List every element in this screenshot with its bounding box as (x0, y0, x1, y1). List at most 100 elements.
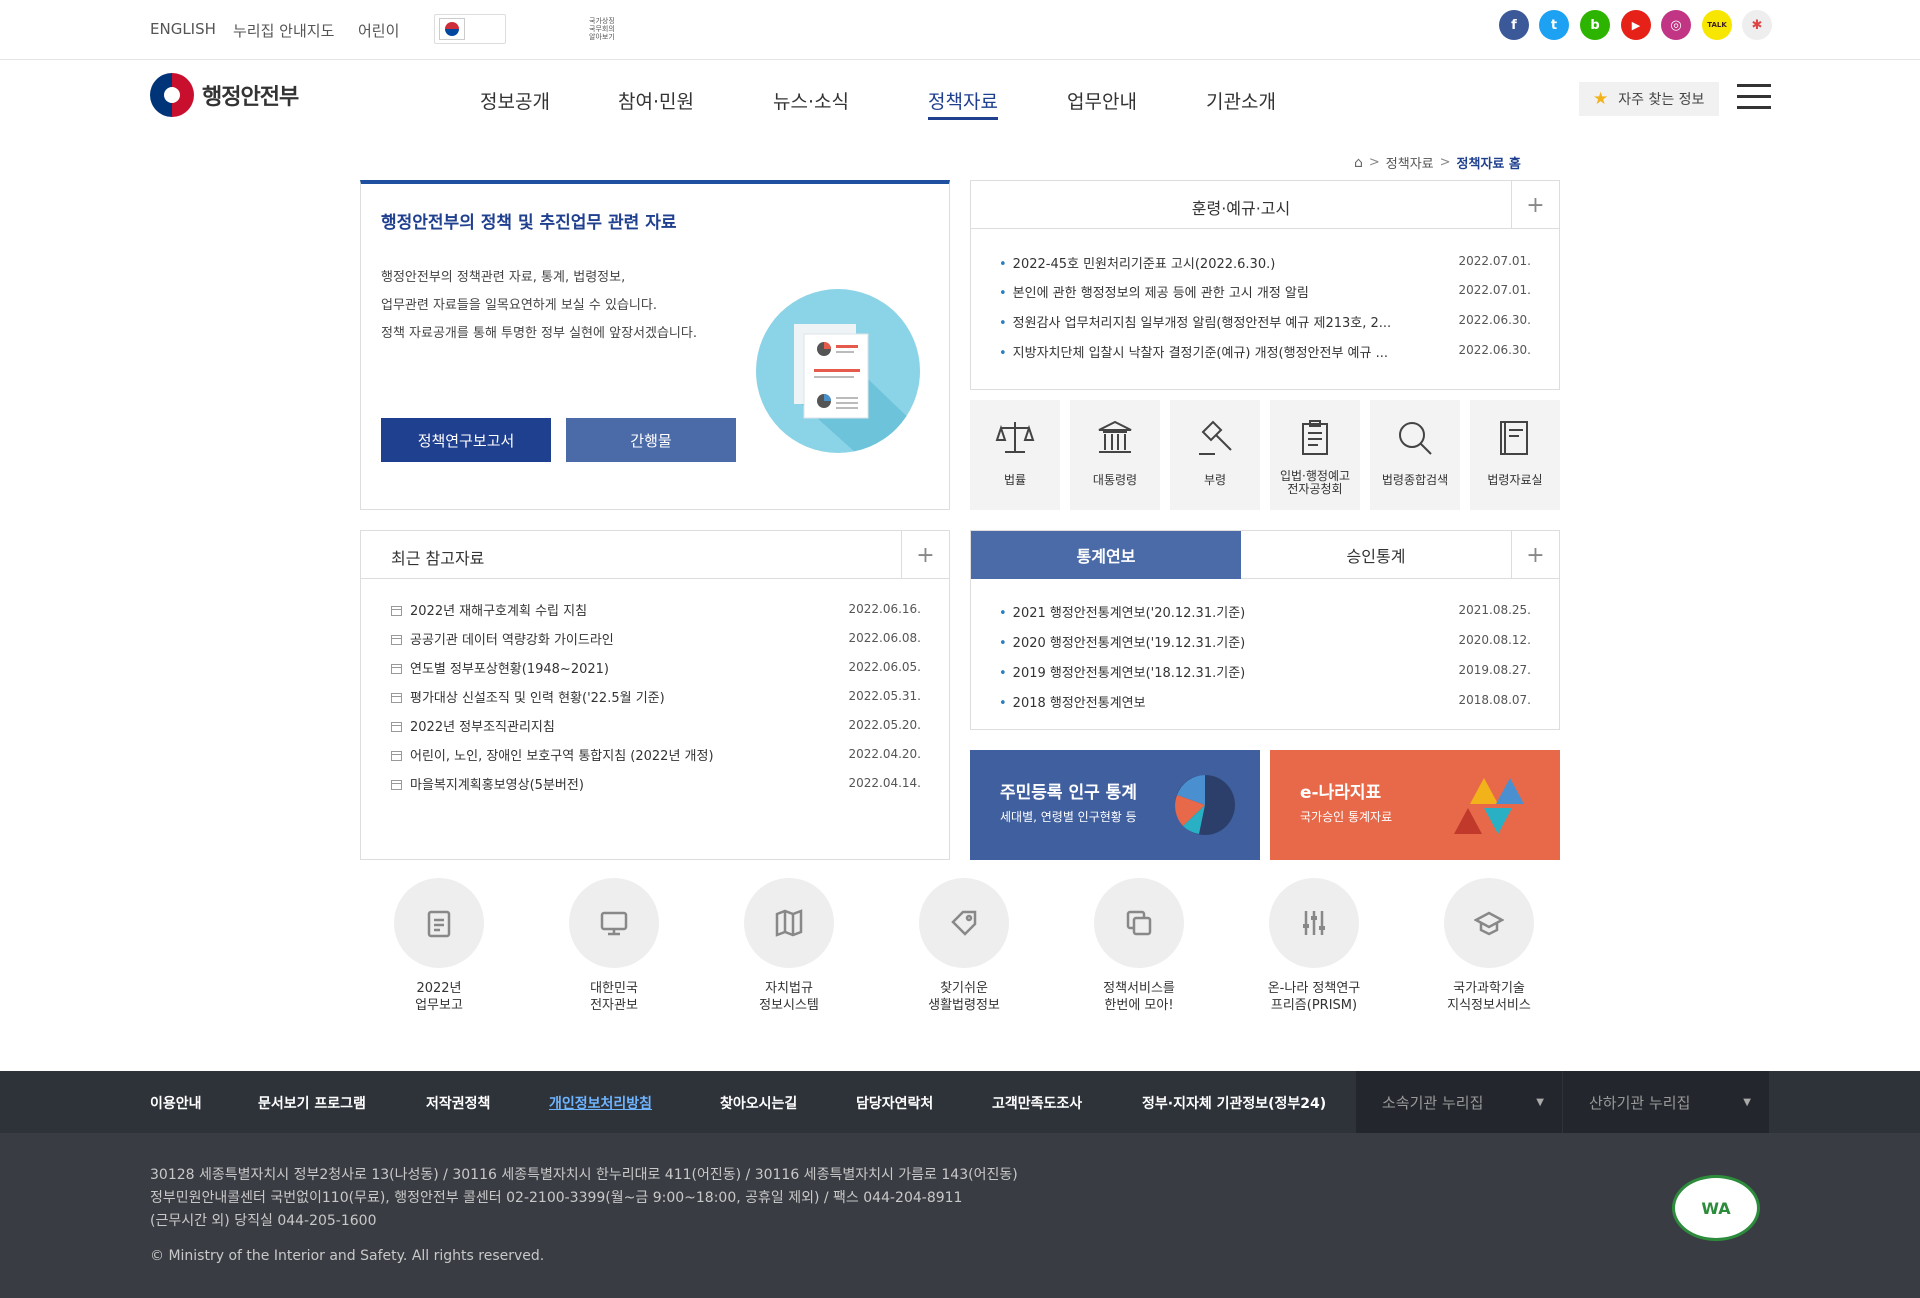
law-tile-library[interactable]: 법령자료실 (1470, 400, 1560, 510)
sitemap-link[interactable]: 누리집 안내지도 (233, 20, 334, 41)
law-tile-ministerial[interactable]: 부령 (1170, 400, 1260, 510)
nav-participation[interactable]: 참여·민원 (618, 87, 694, 114)
quick-label: 정보시스템 (759, 998, 819, 1013)
e-nara-banner[interactable]: e-나라지표 국가승인 통계자료 (1270, 750, 1560, 860)
list-item[interactable]: • 본인에 관한 행정정보의 제공 등에 관한 고시 개정 알림 (999, 282, 1309, 301)
list-item[interactable]: 2022년 정부조직관리지침 (391, 716, 555, 735)
footer-link-privacy[interactable]: 개인정보처리방침 (549, 1093, 652, 1113)
law-tile-acts[interactable]: 법률 (970, 400, 1060, 510)
footer-contact: 정부민원안내콜센터 국번없이110(무료), 행정안전부 콜센터 02-2100… (150, 1190, 963, 1206)
subsidiary-sites-select[interactable]: 산하기관 누리집 ▼ (1563, 1071, 1769, 1133)
list-item[interactable]: • 2019 행정안전통계연보('18.12.31.기준) (999, 662, 1245, 681)
banner-subtitle: 세대별, 연령별 인구현황 등 (1000, 810, 1137, 824)
home-icon[interactable]: ⌂ (1354, 155, 1363, 171)
quick-link-policy-service[interactable]: 정책서비스를 한번에 모아! (1064, 878, 1214, 1014)
affiliated-sites-select[interactable]: 소속기관 누리집 ▼ (1356, 1071, 1562, 1133)
quick-link-science-knowledge[interactable]: 국가과학기술 지식정보서비스 (1414, 878, 1564, 1014)
clipboard-icon (1302, 420, 1328, 455)
video-doc-icon (391, 751, 402, 761)
list-item[interactable]: 평가대상 신설조직 및 인력 현황('22.5월 기준) (391, 687, 665, 706)
footer-link-copyright[interactable]: 저작권정책 (426, 1093, 490, 1113)
pie-chart-icon (1175, 775, 1235, 835)
list-item[interactable]: • 2020 행정안전통계연보('19.12.31.기준) (999, 632, 1245, 651)
footer-link-survey[interactable]: 고객만족도조사 (992, 1093, 1082, 1113)
notices-more-button[interactable]: + (1511, 181, 1559, 229)
scale-icon (995, 422, 1035, 453)
instagram-icon[interactable]: ◎ (1661, 10, 1691, 40)
tile-label: 법령자료실 (1487, 473, 1543, 487)
banner-title: e-나라지표 (1300, 783, 1382, 803)
youtube-icon[interactable]: ▶ (1621, 10, 1651, 40)
list-item[interactable]: 마을복지계획홍보영상(5분버전) (391, 774, 584, 793)
publications-button[interactable]: 간행물 (566, 418, 736, 462)
monitor-icon (600, 911, 628, 936)
footer-link-directions[interactable]: 찾아오시는길 (720, 1093, 797, 1113)
research-report-button[interactable]: 정책연구보고서 (381, 418, 551, 462)
nav-info-disclosure[interactable]: 정보공개 (480, 87, 550, 114)
list-item[interactable]: 연도별 정부포상현황(1948~2021) (391, 658, 609, 677)
notices-header: 훈령·예규·고시 + (971, 181, 1559, 229)
list-item[interactable]: • 정원감사 업무처리지침 일부개정 알림(행정안전부 예규 제213호, 2..… (999, 312, 1391, 331)
list-item-date: 2022.04.14. (848, 776, 921, 790)
nav-news[interactable]: 뉴스·소식 (773, 87, 849, 114)
footer-link-usage[interactable]: 이용안내 (150, 1093, 202, 1113)
graduation-icon (1474, 911, 1504, 936)
favorites-button[interactable]: ★ 자주 찾는 정보 (1579, 82, 1719, 116)
tab-approved-stats[interactable]: 승인통계 (1241, 531, 1511, 579)
breadcrumb-current: 정책자료 홈 (1456, 157, 1521, 172)
list-item-date: 2022.05.31. (848, 689, 921, 703)
notices-box: 훈령·예규·고시 + • 2022-45호 민원처리기준표 고시(2022.6.3… (970, 180, 1560, 390)
all-menu-button[interactable] (1737, 84, 1771, 110)
tab-yearbook[interactable]: 통계연보 (971, 531, 1241, 579)
nav-work-guide[interactable]: 업무안내 (1067, 87, 1137, 114)
list-item-date: 2022.07.01. (1458, 254, 1531, 268)
twitter-icon[interactable]: t (1539, 10, 1569, 40)
quick-label: 생활법령정보 (928, 998, 1000, 1013)
quick-link-prism[interactable]: 온-나라 정책연구 프리즘(PRISM) (1239, 878, 1389, 1014)
english-link[interactable]: ENGLISH (150, 20, 216, 38)
list-item[interactable]: 어린이, 노인, 장애인 보호구역 통합지침 (2022년 개정) (391, 745, 714, 764)
quick-link-easy-law[interactable]: 찾기쉬운 생활법령정보 (889, 878, 1039, 1014)
list-item-date: 2019.08.27. (1458, 663, 1531, 677)
statistics-tabs: 통계연보 승인통계 + (971, 531, 1559, 579)
footer-link-gov24[interactable]: 정부·지자체 기관정보(정부24) (1142, 1093, 1326, 1113)
kakaotalk-icon[interactable]: TALK (1702, 10, 1732, 40)
national-symbol-link[interactable]: 국가상징 국무회의 알아보기 (434, 14, 615, 44)
list-item[interactable]: 공공기관 데이터 역량강화 가이드라인 (391, 629, 614, 648)
footer-link-contacts[interactable]: 담당자연락처 (856, 1093, 933, 1113)
list-item[interactable]: • 2022-45호 민원처리기준표 고시(2022.6.30.) (999, 253, 1275, 272)
list-item[interactable]: • 지방자치단체 입찰시 낙찰자 결정기준(예규) 개정(행정안전부 예규 ... (999, 342, 1388, 361)
statistics-box: 통계연보 승인통계 + • 2021 행정안전통계연보('20.12.31.기준)… (970, 530, 1560, 730)
extra-sns-icon[interactable]: ✱ (1742, 10, 1772, 40)
stats-more-button[interactable]: + (1511, 531, 1559, 579)
nav-policy-data[interactable]: 정책자료 (928, 87, 998, 120)
ministry-logo[interactable]: 행정안전부 (150, 73, 299, 117)
facebook-icon[interactable]: f (1499, 10, 1529, 40)
footer-link-viewer[interactable]: 문서보기 프로그램 (258, 1093, 366, 1113)
kids-link[interactable]: 어린이 (358, 20, 399, 41)
list-item-date: 2022.04.20. (848, 747, 921, 761)
intro-desc-line: 정책 자료공개를 통해 투명한 정부 실현에 앞장서겠습니다. (381, 326, 697, 341)
list-item-date: 2022.06.30. (1458, 343, 1531, 357)
law-tile-presidential[interactable]: 대통령령 (1070, 400, 1160, 510)
quick-link-gazette[interactable]: 대한민국 전자관보 (539, 878, 689, 1014)
population-stats-banner[interactable]: 주민등록 인구 통계 세대별, 연령별 인구현황 등 (970, 750, 1260, 860)
law-tile-legislative-notice[interactable]: 입법·행정예고 전자공청회 (1270, 400, 1360, 510)
video-doc-icon (391, 635, 402, 645)
list-item[interactable]: • 2018 행정안전통계연보 (999, 692, 1146, 711)
recent-more-button[interactable]: + (901, 531, 949, 579)
breadcrumb-item[interactable]: 정책자료 (1386, 153, 1434, 172)
star-icon: ★ (1593, 89, 1609, 109)
search-icon (1399, 422, 1432, 455)
law-tile-search[interactable]: 법령종합검색 (1370, 400, 1460, 510)
quick-label: 국가과학기술 (1453, 981, 1525, 996)
quick-link-work-report[interactable]: 2022년 업무보고 (364, 878, 514, 1014)
nav-about[interactable]: 기관소개 (1206, 87, 1276, 114)
list-item[interactable]: • 2021 행정안전통계연보('20.12.31.기준) (999, 602, 1245, 621)
quick-link-local-laws[interactable]: 자치법규 정보시스템 (714, 878, 864, 1014)
sliders-icon (1303, 911, 1325, 935)
blog-icon[interactable]: b (1580, 10, 1610, 40)
logo-text: 행정안전부 (202, 85, 299, 110)
list-item[interactable]: 2022년 재해구호계획 수립 지침 (391, 600, 587, 619)
web-accessibility-mark-icon[interactable]: WA (1672, 1175, 1760, 1241)
